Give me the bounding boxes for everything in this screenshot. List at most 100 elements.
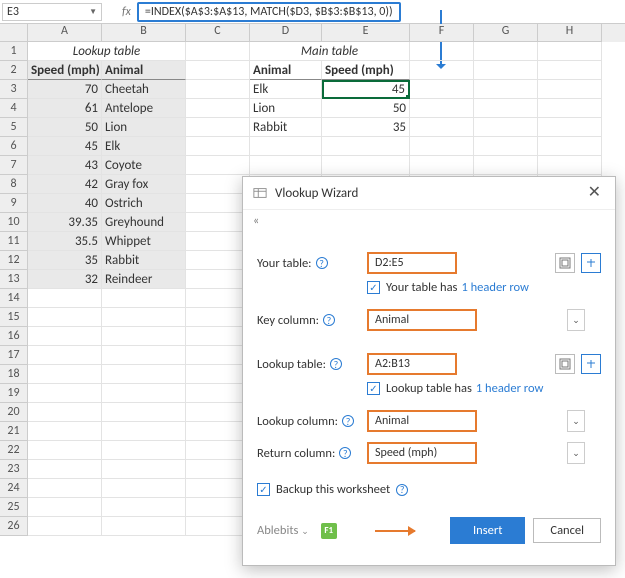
- row-header[interactable]: 5: [0, 118, 28, 137]
- cell[interactable]: 40: [28, 194, 102, 213]
- row-header[interactable]: 16: [0, 327, 28, 346]
- cell[interactable]: [186, 460, 250, 479]
- help-icon[interactable]: ?: [396, 484, 408, 496]
- row-header[interactable]: 10: [0, 213, 28, 232]
- lookup-column-select[interactable]: Animal: [367, 410, 477, 432]
- cell[interactable]: [410, 42, 474, 61]
- cell[interactable]: [474, 156, 538, 175]
- cell[interactable]: [186, 441, 250, 460]
- cell[interactable]: [186, 137, 250, 156]
- cell[interactable]: [186, 270, 250, 289]
- cell[interactable]: [186, 80, 250, 99]
- col-header[interactable]: D: [250, 24, 322, 42]
- cell[interactable]: [186, 384, 250, 403]
- cell[interactable]: [186, 422, 250, 441]
- cell[interactable]: [28, 308, 102, 327]
- cell[interactable]: [186, 365, 250, 384]
- close-icon[interactable]: ✕: [584, 185, 605, 201]
- cell[interactable]: [410, 137, 474, 156]
- cell[interactable]: [186, 42, 250, 61]
- row-header[interactable]: 14: [0, 289, 28, 308]
- insert-button[interactable]: Insert: [450, 517, 525, 544]
- cell[interactable]: [102, 289, 186, 308]
- cell[interactable]: [410, 80, 474, 99]
- cell[interactable]: 45: [322, 80, 410, 99]
- help-icon[interactable]: ?: [330, 358, 342, 370]
- row-header[interactable]: 4: [0, 99, 28, 118]
- cell[interactable]: [102, 441, 186, 460]
- cell[interactable]: [186, 251, 250, 270]
- cell[interactable]: [28, 479, 102, 498]
- cell[interactable]: [102, 403, 186, 422]
- cell[interactable]: [102, 517, 186, 536]
- row-header[interactable]: 17: [0, 346, 28, 365]
- select-all-corner[interactable]: [0, 24, 28, 42]
- row-header[interactable]: 26: [0, 517, 28, 536]
- chevron-down-icon[interactable]: ⌄: [567, 309, 585, 331]
- cell[interactable]: [186, 232, 250, 251]
- cell[interactable]: [474, 99, 538, 118]
- row-header[interactable]: 7: [0, 156, 28, 175]
- cancel-button[interactable]: Cancel: [533, 518, 601, 543]
- your-table-input[interactable]: D2:E5: [367, 252, 457, 274]
- cell[interactable]: Lookup table: [28, 42, 186, 61]
- row-header[interactable]: 9: [0, 194, 28, 213]
- cell[interactable]: [410, 99, 474, 118]
- cell[interactable]: 61: [28, 99, 102, 118]
- cell[interactable]: [102, 479, 186, 498]
- cell[interactable]: [186, 289, 250, 308]
- cell[interactable]: [102, 422, 186, 441]
- cell[interactable]: [538, 118, 602, 137]
- chevron-down-icon[interactable]: ▼: [89, 7, 97, 17]
- cell[interactable]: Coyote: [102, 156, 186, 175]
- cell[interactable]: [28, 460, 102, 479]
- help-icon[interactable]: ?: [342, 415, 354, 427]
- row-header[interactable]: 19: [0, 384, 28, 403]
- select-range-icon[interactable]: [555, 354, 575, 374]
- cell[interactable]: [186, 194, 250, 213]
- key-column-select[interactable]: Animal: [367, 309, 477, 331]
- cell[interactable]: [28, 289, 102, 308]
- f1-help-icon[interactable]: F1: [321, 523, 337, 539]
- cell[interactable]: Reindeer: [102, 270, 186, 289]
- cell[interactable]: [28, 517, 102, 536]
- cell[interactable]: Ostrich: [102, 194, 186, 213]
- your-table-header-checkbox[interactable]: [367, 281, 380, 294]
- row-header[interactable]: 18: [0, 365, 28, 384]
- row-header[interactable]: 12: [0, 251, 28, 270]
- cell[interactable]: Elk: [102, 137, 186, 156]
- row-header[interactable]: 3: [0, 80, 28, 99]
- lookup-table-input[interactable]: A2:B13: [367, 353, 457, 375]
- cell[interactable]: [186, 346, 250, 365]
- cell[interactable]: Gray fox: [102, 175, 186, 194]
- cell[interactable]: [538, 80, 602, 99]
- cell[interactable]: [28, 327, 102, 346]
- cell[interactable]: Rabbit: [250, 118, 322, 137]
- fx-icon[interactable]: fx: [122, 5, 131, 19]
- col-header[interactable]: F: [410, 24, 474, 42]
- help-icon[interactable]: ?: [323, 314, 335, 326]
- cell[interactable]: [28, 365, 102, 384]
- cell[interactable]: 50: [322, 99, 410, 118]
- row-header[interactable]: 24: [0, 479, 28, 498]
- cell[interactable]: Animal: [250, 61, 322, 80]
- cell[interactable]: [538, 61, 602, 80]
- cell[interactable]: [102, 346, 186, 365]
- cell[interactable]: [410, 118, 474, 137]
- help-icon[interactable]: ?: [339, 447, 351, 459]
- cell[interactable]: Main table: [250, 42, 410, 61]
- cell[interactable]: Lion: [102, 118, 186, 137]
- cell[interactable]: [102, 327, 186, 346]
- cell[interactable]: 70: [28, 80, 102, 99]
- backup-checkbox[interactable]: [257, 483, 270, 496]
- cell[interactable]: 35: [322, 118, 410, 137]
- header-row-link[interactable]: 1 header row: [476, 381, 544, 396]
- cell[interactable]: [28, 384, 102, 403]
- row-header[interactable]: 25: [0, 498, 28, 517]
- cell[interactable]: [250, 137, 322, 156]
- cell[interactable]: [186, 498, 250, 517]
- cell[interactable]: [102, 498, 186, 517]
- row-header[interactable]: 13: [0, 270, 28, 289]
- row-header[interactable]: 11: [0, 232, 28, 251]
- row-header[interactable]: 2: [0, 61, 28, 80]
